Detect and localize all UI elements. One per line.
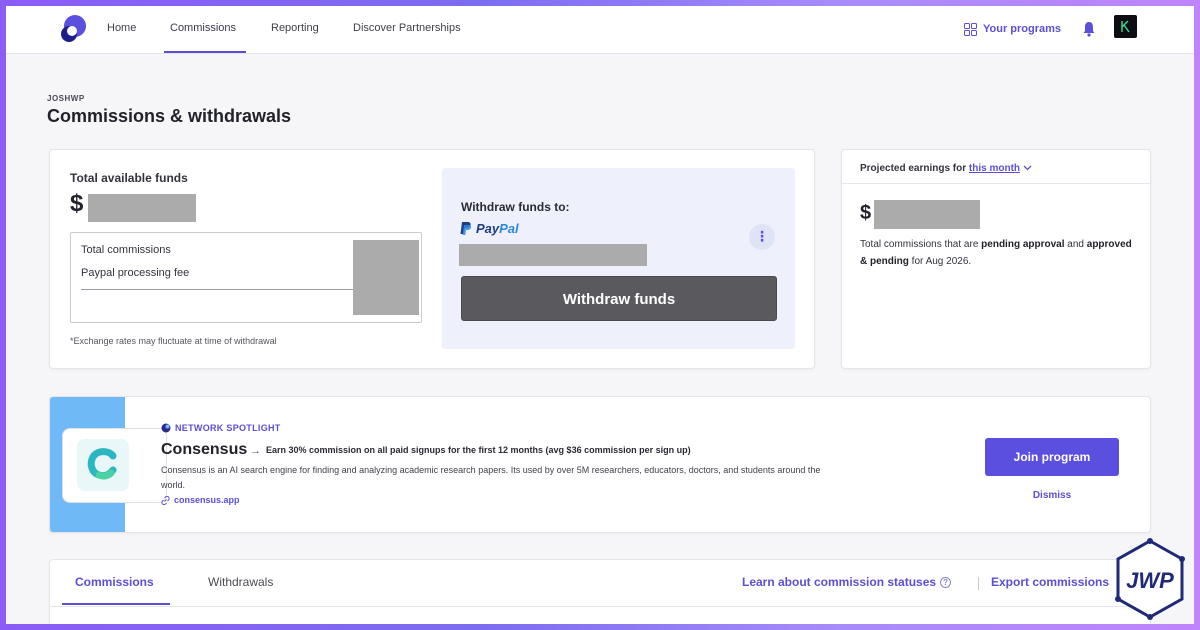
period-dropdown[interactable]: this month xyxy=(969,163,1020,174)
projected-amount-redacted xyxy=(874,200,980,229)
bell-icon[interactable] xyxy=(1082,21,1096,37)
paypal-pal: Pal xyxy=(499,221,519,236)
available-funds-card: Total available funds $ Total commission… xyxy=(49,149,815,369)
withdraw-to-label: Withdraw funds to: xyxy=(461,200,570,214)
breakdown-divider xyxy=(81,289,356,290)
app-logo-icon[interactable] xyxy=(59,14,87,44)
network-spotlight-card: NETWORK SPOTLIGHT Consensus → Earn 30% c… xyxy=(49,396,1151,533)
spotlight-link-label: consensus.app xyxy=(174,495,240,505)
top-nav: Home Commissions Reporting Discover Part… xyxy=(6,6,1194,54)
page-title: Commissions & withdrawals xyxy=(47,106,292,126)
nav-reporting[interactable]: Reporting xyxy=(271,6,319,54)
tab-withdrawals[interactable]: Withdrawals xyxy=(208,575,273,589)
network-icon xyxy=(161,423,171,433)
projected-earnings-header: Projected earnings for this month xyxy=(860,163,1032,174)
spotlight-tag: NETWORK SPOTLIGHT xyxy=(161,423,281,433)
join-program-button[interactable]: Join program xyxy=(985,438,1119,476)
arrow-right-icon: → xyxy=(250,445,261,457)
nav-discover-partnerships[interactable]: Discover Partnerships xyxy=(353,6,461,54)
breakdown-values-redacted xyxy=(353,240,419,315)
jwp-watermark-logo: JWP xyxy=(1115,538,1185,620)
projected-description: Total commissions that are pending appro… xyxy=(860,236,1140,270)
spotlight-offer: Earn 30% commission on all paid signups … xyxy=(266,445,691,455)
paypal-pay: Pay xyxy=(476,221,500,236)
avatar[interactable] xyxy=(1114,15,1137,38)
withdraw-funds-button[interactable]: Withdraw funds xyxy=(461,276,777,321)
more-options-icon[interactable]: ⋮ xyxy=(749,224,775,250)
spotlight-program-name: Consensus xyxy=(161,441,248,458)
link-separator xyxy=(978,577,979,590)
nav-home[interactable]: Home xyxy=(107,6,136,54)
exchange-rate-note: *Exchange rates may fluctuate at time of… xyxy=(70,336,277,346)
org-label: JOSHWP xyxy=(47,94,85,103)
available-funds-label: Total available funds xyxy=(70,171,188,185)
withdraw-panel: Withdraw funds to: PayPal ⋮ Withdraw fun… xyxy=(442,168,795,349)
projected-divider xyxy=(842,183,1150,184)
tab-commissions[interactable]: Commissions xyxy=(75,575,154,589)
projected-currency: $ xyxy=(860,202,872,224)
export-commissions-link[interactable]: Export commissions xyxy=(991,575,1109,589)
tab-active-indicator xyxy=(62,603,170,605)
spotlight-description: Consensus is an AI search engine for fin… xyxy=(161,465,821,490)
consensus-icon xyxy=(87,448,117,480)
commissions-tabs: Commissions Withdrawals Learn about comm… xyxy=(49,559,1152,624)
projected-earnings-card: Projected earnings for this month $ Tota… xyxy=(841,149,1151,369)
spotlight-link[interactable]: consensus.app xyxy=(161,495,240,505)
projected-desc-part: and xyxy=(1064,239,1087,250)
consensus-logo-bg xyxy=(77,439,129,491)
consensus-logo xyxy=(62,428,167,503)
nav-commissions[interactable]: Commissions xyxy=(170,6,236,54)
paypal-account-redacted xyxy=(459,244,647,266)
available-funds-currency: $ xyxy=(70,190,84,217)
available-funds-redacted xyxy=(88,194,196,222)
projected-desc-bold: pending approval xyxy=(981,239,1065,250)
spotlight-tag-label: NETWORK SPOTLIGHT xyxy=(175,423,281,433)
nav-active-indicator xyxy=(164,51,246,53)
chevron-down-icon[interactable] xyxy=(1023,165,1032,171)
learn-link-label: Learn about commission statuses xyxy=(742,575,937,589)
svg-text:JWP: JWP xyxy=(1126,568,1174,593)
grid-icon xyxy=(964,22,977,36)
processing-fee-label: Paypal processing fee xyxy=(81,267,190,279)
paypal-logo: PayPal xyxy=(460,221,519,236)
your-programs-button[interactable]: Your programs xyxy=(964,20,1061,38)
your-programs-label: Your programs xyxy=(983,23,1062,35)
total-commissions-label: Total commissions xyxy=(81,244,171,256)
dismiss-button[interactable]: Dismiss xyxy=(985,490,1119,501)
projected-desc-part: Total commissions that are xyxy=(860,239,982,250)
projected-desc-part: for Aug 2026. xyxy=(908,256,972,267)
link-icon xyxy=(161,495,170,505)
paypal-icon xyxy=(460,222,472,235)
funds-breakdown: Total commissions Paypal processing fee xyxy=(70,232,422,323)
projected-earnings-label: Projected earnings for xyxy=(860,163,967,174)
tabs-divider xyxy=(50,606,1152,607)
learn-commission-statuses-link[interactable]: Learn about commission statuses ? xyxy=(742,575,952,589)
avatar-logo-icon xyxy=(1121,20,1130,33)
help-icon: ? xyxy=(940,576,952,588)
app-frame: Home Commissions Reporting Discover Part… xyxy=(6,6,1194,624)
